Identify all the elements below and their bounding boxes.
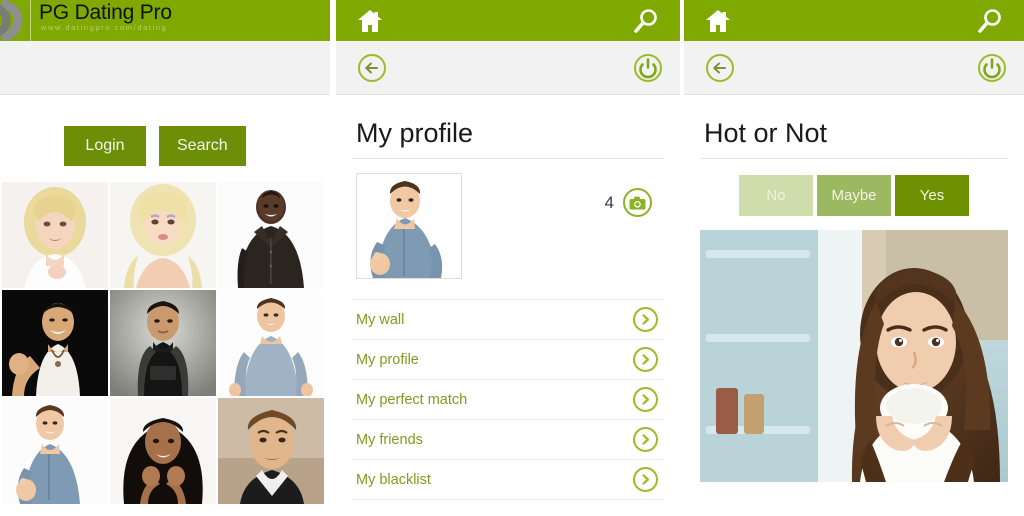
profile-summary-row: 4 — [352, 159, 664, 297]
grid-item[interactable] — [218, 398, 324, 504]
home-icon[interactable] — [353, 0, 387, 41]
photo-count-group: 4 — [605, 173, 660, 217]
grid-item[interactable] — [110, 182, 216, 288]
grid-item[interactable] — [110, 290, 216, 396]
menu-item-label: My wall — [356, 311, 405, 328]
power-icon[interactable] — [628, 41, 668, 94]
chevron-right-icon[interactable] — [633, 467, 658, 492]
chevron-right-icon[interactable] — [633, 307, 658, 332]
grid-item[interactable] — [218, 182, 324, 288]
panel2-body: My profile 4 My wall My profile My perfe… — [336, 95, 680, 500]
panel2-titlebar — [336, 0, 680, 41]
panel3-titlebar — [684, 0, 1024, 41]
camera-icon[interactable] — [623, 188, 652, 217]
menu-item-my-profile[interactable]: My profile — [352, 339, 664, 379]
panel1-subbar — [0, 41, 330, 95]
menu-item-label: My perfect match — [356, 391, 468, 408]
menu-item-label: My profile — [356, 351, 419, 368]
panel2-subbar — [336, 41, 680, 95]
photo-count-value: 4 — [604, 192, 614, 212]
back-arrow-icon[interactable] — [352, 41, 392, 94]
search-icon[interactable] — [629, 0, 663, 41]
grid-item[interactable] — [2, 398, 108, 504]
chevron-right-icon[interactable] — [633, 387, 658, 412]
chevron-right-icon[interactable] — [633, 347, 658, 372]
search-icon[interactable] — [973, 0, 1007, 41]
logo-title: PG Dating Pro — [39, 1, 172, 24]
panel-my-profile: My profile 4 My wall My profile My perfe… — [336, 0, 680, 516]
profile-photo-grid — [2, 182, 324, 504]
swirl-logo-icon — [0, 0, 34, 41]
logo-subtitle: www.datingpro.com/dating — [41, 23, 168, 32]
panel1-body: Login Search — [0, 95, 330, 504]
menu-item-my-friends[interactable]: My friends — [352, 419, 664, 459]
chevron-right-icon[interactable] — [633, 427, 658, 452]
panel1-titlebar: PG Dating Pro www.datingpro.com/dating — [0, 0, 330, 41]
panel-hot-or-not: Hot or Not No Maybe Yes — [684, 0, 1024, 516]
app-logo[interactable]: PG Dating Pro www.datingpro.com/dating — [0, 0, 172, 41]
grid-item[interactable] — [2, 290, 108, 396]
login-button[interactable]: Login — [64, 126, 146, 166]
vote-no-button[interactable]: No — [739, 175, 813, 216]
vote-yes-button[interactable]: Yes — [895, 175, 969, 216]
panel-home: PG Dating Pro www.datingpro.com/dating L… — [0, 0, 330, 516]
profile-menu: My wall My profile My perfect match My f… — [352, 299, 664, 500]
page-title: My profile — [356, 118, 474, 148]
grid-item[interactable] — [2, 182, 108, 288]
panel3-body: Hot or Not No Maybe Yes — [684, 95, 1024, 482]
page-title: Hot or Not — [704, 118, 828, 148]
panel3-subbar — [684, 41, 1024, 95]
power-icon[interactable] — [972, 41, 1012, 94]
search-button[interactable]: Search — [159, 126, 246, 166]
menu-item-label: My blacklist — [356, 471, 431, 488]
menu-item-label: My friends — [356, 431, 423, 448]
back-arrow-icon[interactable] — [700, 41, 740, 94]
hot-or-not-photo[interactable] — [700, 230, 1008, 482]
vote-maybe-button[interactable]: Maybe — [817, 175, 891, 216]
menu-item-my-perfect-match[interactable]: My perfect match — [352, 379, 664, 419]
grid-item[interactable] — [110, 398, 216, 504]
vote-button-group: No Maybe Yes — [700, 159, 1008, 230]
home-icon[interactable] — [701, 0, 735, 41]
grid-item[interactable] — [218, 290, 324, 396]
auth-button-row: Login Search — [0, 95, 330, 182]
avatar[interactable] — [356, 173, 462, 279]
menu-item-my-blacklist[interactable]: My blacklist — [352, 459, 664, 500]
app-screenshot: PG Dating Pro www.datingpro.com/dating L… — [0, 0, 1024, 516]
menu-item-my-wall[interactable]: My wall — [352, 299, 664, 339]
